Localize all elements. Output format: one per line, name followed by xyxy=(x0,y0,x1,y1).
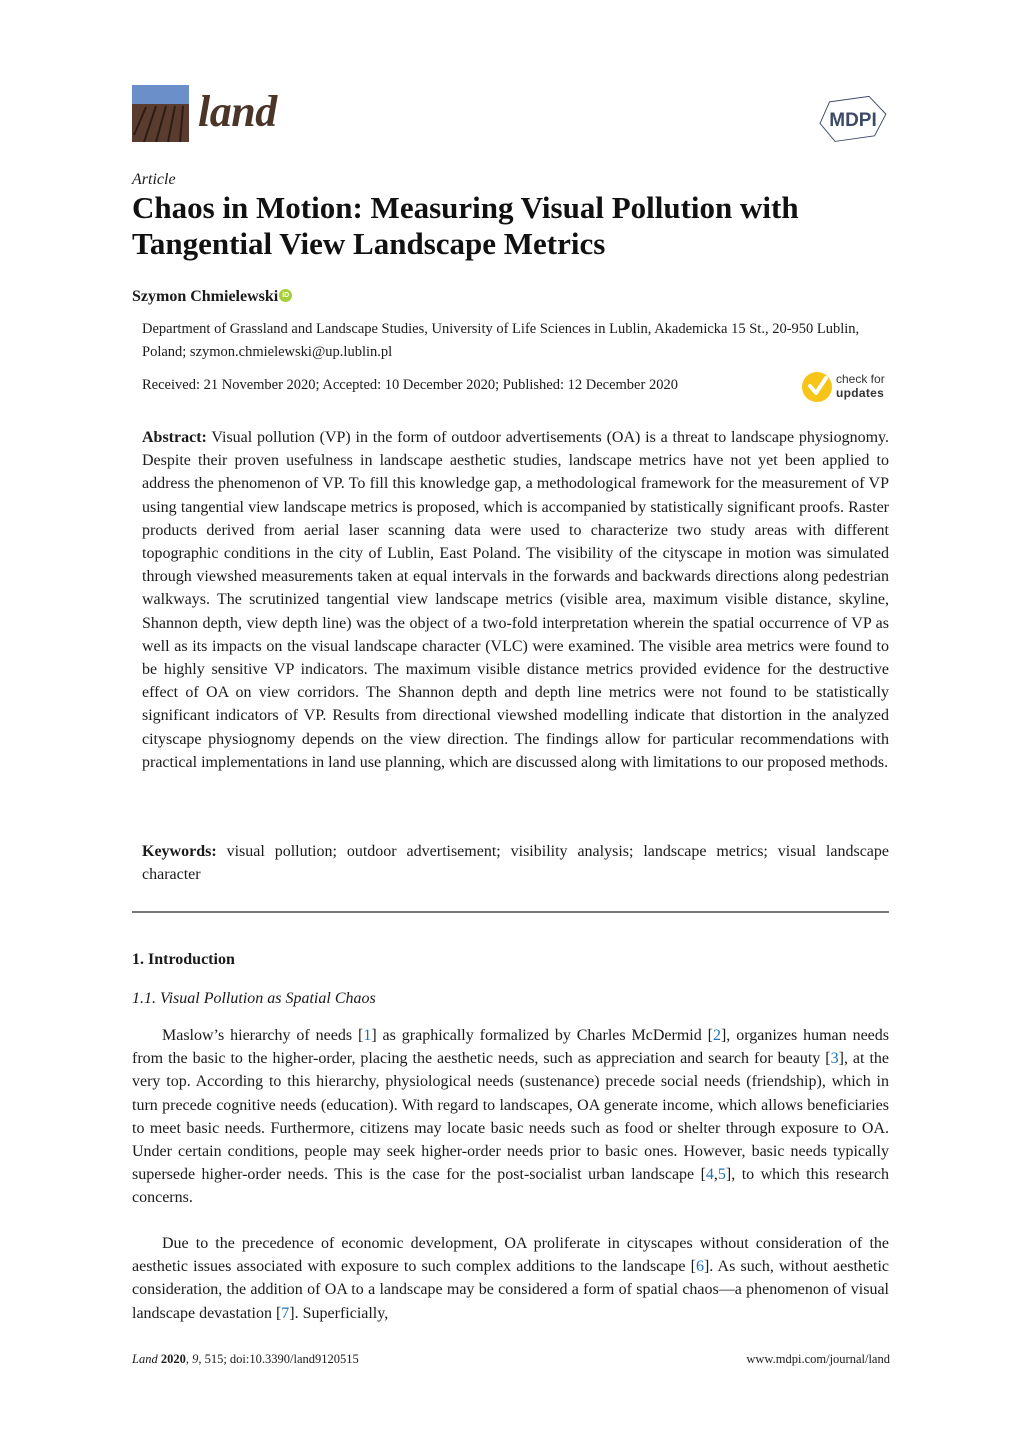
footer-year: 2020 xyxy=(160,1352,186,1366)
author-name[interactable]: Szymon Chmielewski xyxy=(132,288,278,305)
citation-link[interactable]: 7 xyxy=(281,1305,289,1322)
citation-link[interactable]: 1 xyxy=(363,1027,371,1044)
mdpi-hexagon-icon: MDPI xyxy=(819,95,887,142)
keywords: Keywords: visual pollution; outdoor adve… xyxy=(142,840,889,886)
footer-doi[interactable]: , 515; doi:10.3390/land9120515 xyxy=(198,1352,358,1366)
keywords-label: Keywords: xyxy=(142,843,217,860)
land-logo-icon xyxy=(132,85,189,143)
affiliation: Department of Grassland and Landscape St… xyxy=(142,321,860,360)
mdpi-logo[interactable]: MDPI xyxy=(815,95,891,143)
mdpi-logo-text: MDPI xyxy=(829,110,877,131)
subsection-heading: 1.1. Visual Pollution as Spatial Chaos xyxy=(132,990,376,1007)
check-for-updates-button[interactable]: check for updates xyxy=(802,372,892,404)
citation-link[interactable]: 2 xyxy=(713,1027,721,1044)
citation-link[interactable]: 5 xyxy=(718,1166,726,1183)
abstract-text: Visual pollution (VP) in the form of out… xyxy=(142,429,889,771)
article-type: Article xyxy=(132,171,176,188)
citation-link[interactable]: 6 xyxy=(696,1258,704,1275)
journal-name: land xyxy=(198,87,277,136)
citation-footer: Land 2020, 9, 515; doi:10.3390/land91205… xyxy=(132,1352,359,1366)
article-title: Chaos in Motion: Measuring Visual Pollut… xyxy=(132,190,799,261)
paragraph: Due to the precedence of economic develo… xyxy=(132,1235,889,1322)
footer-journal: Land xyxy=(132,1352,158,1366)
journal-logo xyxy=(132,85,189,143)
check-updates-line1: check for xyxy=(836,372,885,386)
check-updates-icon xyxy=(802,372,832,402)
journal-url-link[interactable]: www.mdpi.com/journal/land xyxy=(700,1352,890,1367)
orcid-icon[interactable]: iD xyxy=(279,289,293,302)
abstract-label: Abstract: xyxy=(142,429,207,446)
paragraph: Maslow’s hierarchy of needs [1] as graph… xyxy=(132,1027,889,1207)
check-updates-line2: updates xyxy=(836,386,885,400)
citation-link[interactable]: 3 xyxy=(831,1050,839,1067)
citation-link[interactable]: 4 xyxy=(706,1166,714,1183)
section-divider xyxy=(132,911,889,913)
keywords-text: visual pollution; outdoor advertisement;… xyxy=(142,843,890,884)
abstract: Abstract: Visual pollution (VP) in the f… xyxy=(142,426,889,774)
publication-dates: Received: 21 November 2020; Accepted: 10… xyxy=(142,377,678,393)
section-heading: 1. Introduction xyxy=(132,951,235,968)
author-line: Szymon Chmielewski iD xyxy=(132,288,293,306)
